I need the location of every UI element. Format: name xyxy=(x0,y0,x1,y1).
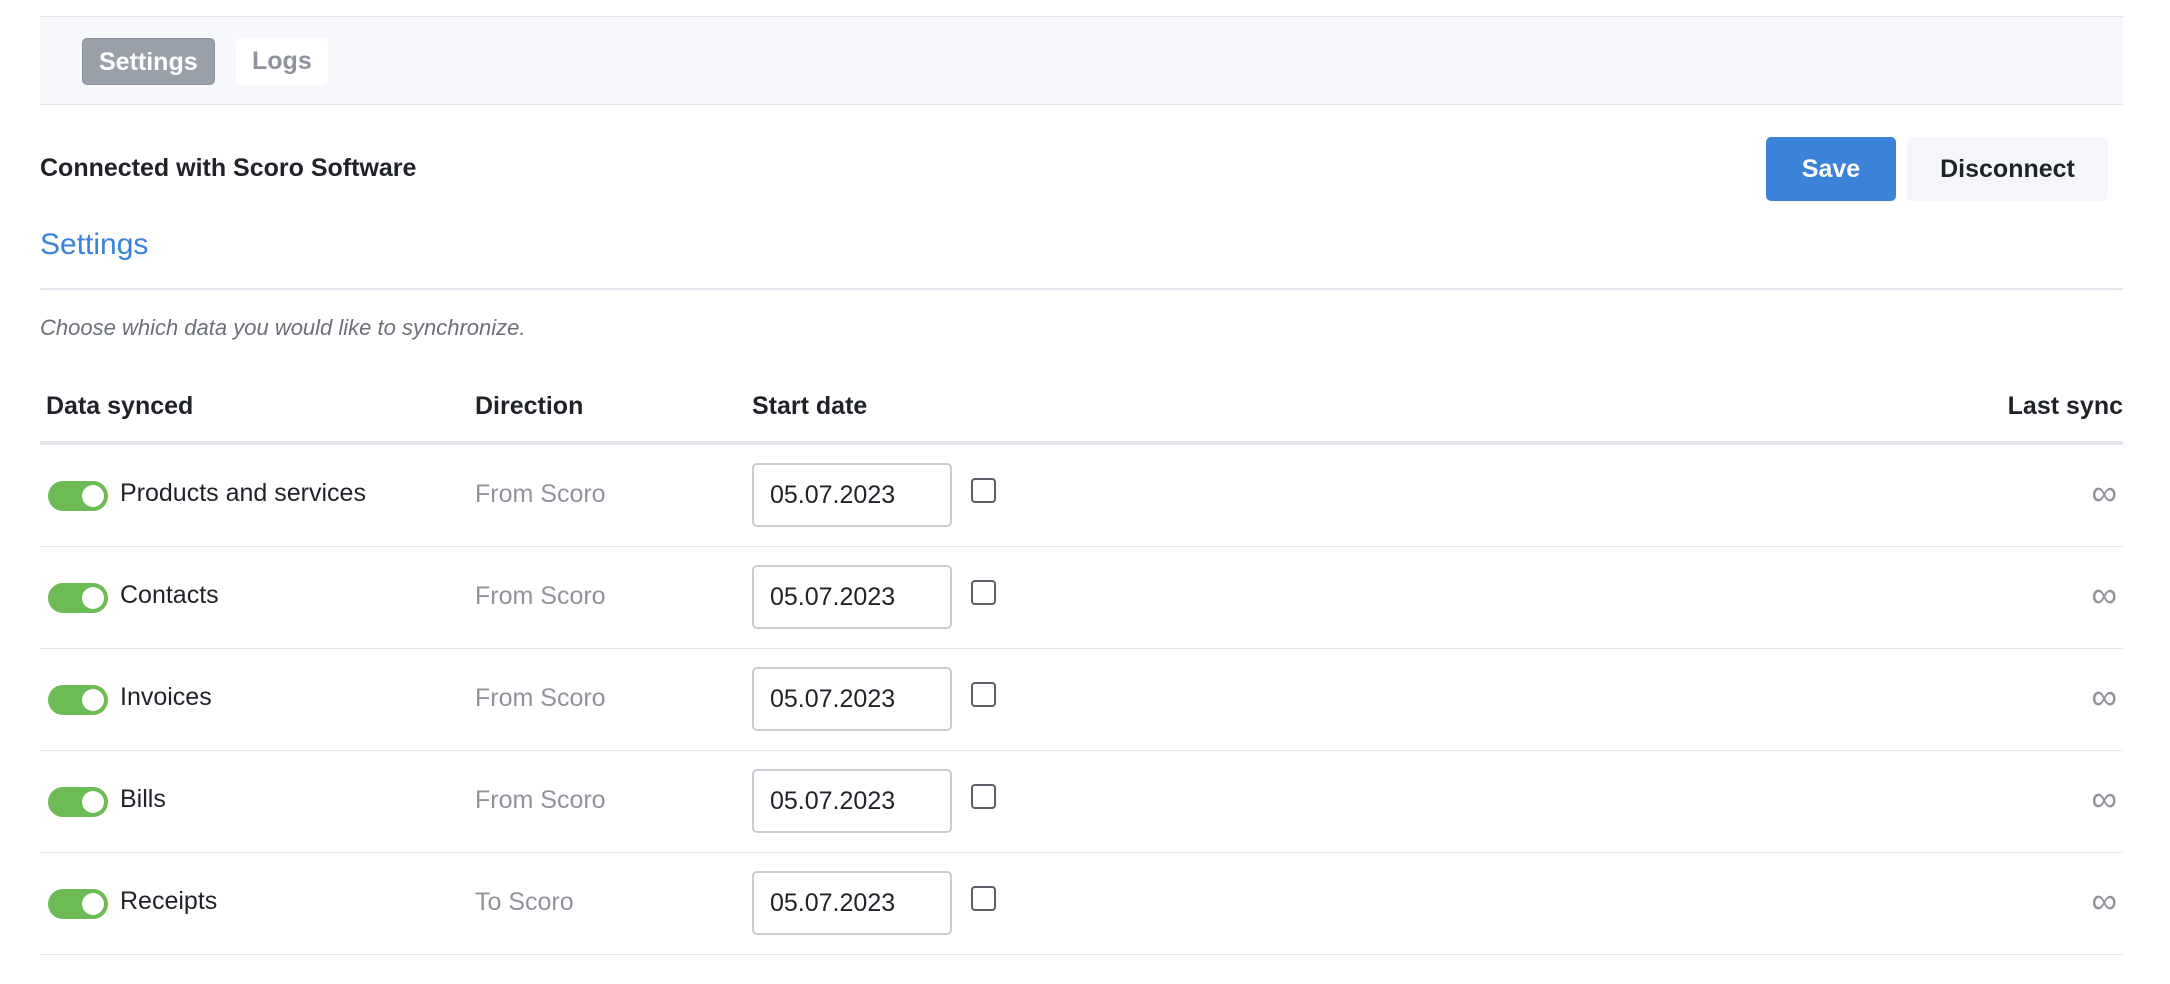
connection-status-text: Connected with Scoro Software xyxy=(40,154,417,182)
sync-toggle[interactable] xyxy=(48,481,108,511)
integration-settings-page: Settings Logs Connected with Scoro Softw… xyxy=(0,0,2170,984)
row-direction: From Scoro xyxy=(475,786,606,814)
row-direction: From Scoro xyxy=(475,582,606,610)
row-direction: To Scoro xyxy=(475,888,574,916)
table-row: Receipts To Scoro ∞ xyxy=(40,853,2123,955)
start-date-input[interactable] xyxy=(752,667,952,731)
row-label: Contacts xyxy=(120,581,219,609)
start-date-input[interactable] xyxy=(752,463,952,527)
row-checkbox[interactable] xyxy=(971,886,996,911)
sync-toggle[interactable] xyxy=(48,583,108,613)
row-checkbox[interactable] xyxy=(971,580,996,605)
row-direction: From Scoro xyxy=(475,480,606,508)
row-label: Receipts xyxy=(120,887,218,915)
infinity-icon: ∞ xyxy=(2091,574,2117,615)
sync-toggle[interactable] xyxy=(48,889,108,919)
sync-toggle[interactable] xyxy=(48,685,108,715)
tab-bar: Settings Logs xyxy=(40,16,2123,105)
row-label: Products and services xyxy=(120,479,366,507)
column-header-direction: Direction xyxy=(475,392,584,420)
row-checkbox[interactable] xyxy=(971,478,996,503)
section-title: Settings xyxy=(40,228,149,261)
column-header-data-synced: Data synced xyxy=(46,392,194,420)
table-row: Products and services From Scoro ∞ xyxy=(40,445,2123,547)
sync-toggle[interactable] xyxy=(48,787,108,817)
table-row: Invoices From Scoro ∞ xyxy=(40,649,2123,751)
start-date-input[interactable] xyxy=(752,871,952,935)
infinity-icon: ∞ xyxy=(2091,778,2117,819)
tab-settings[interactable]: Settings xyxy=(82,38,215,85)
table-row: Bills From Scoro ∞ xyxy=(40,751,2123,853)
column-header-start-date: Start date xyxy=(752,392,868,420)
infinity-icon: ∞ xyxy=(2091,676,2117,717)
row-label: Invoices xyxy=(120,683,212,711)
save-button[interactable]: Save xyxy=(1766,137,1896,201)
section-divider xyxy=(40,288,2123,290)
row-direction: From Scoro xyxy=(475,684,606,712)
start-date-input[interactable] xyxy=(752,769,952,833)
column-header-last-sync: Last sync xyxy=(2007,392,2123,420)
sync-hint-text: Choose which data you would like to sync… xyxy=(40,315,526,340)
infinity-icon: ∞ xyxy=(2091,472,2117,513)
infinity-icon: ∞ xyxy=(2091,880,2117,921)
disconnect-button[interactable]: Disconnect xyxy=(1907,137,2108,201)
start-date-input[interactable] xyxy=(752,565,952,629)
tab-logs[interactable]: Logs xyxy=(236,38,328,85)
row-checkbox[interactable] xyxy=(971,784,996,809)
table-row: Contacts From Scoro ∞ xyxy=(40,547,2123,649)
row-checkbox[interactable] xyxy=(971,682,996,707)
row-label: Bills xyxy=(120,785,166,813)
